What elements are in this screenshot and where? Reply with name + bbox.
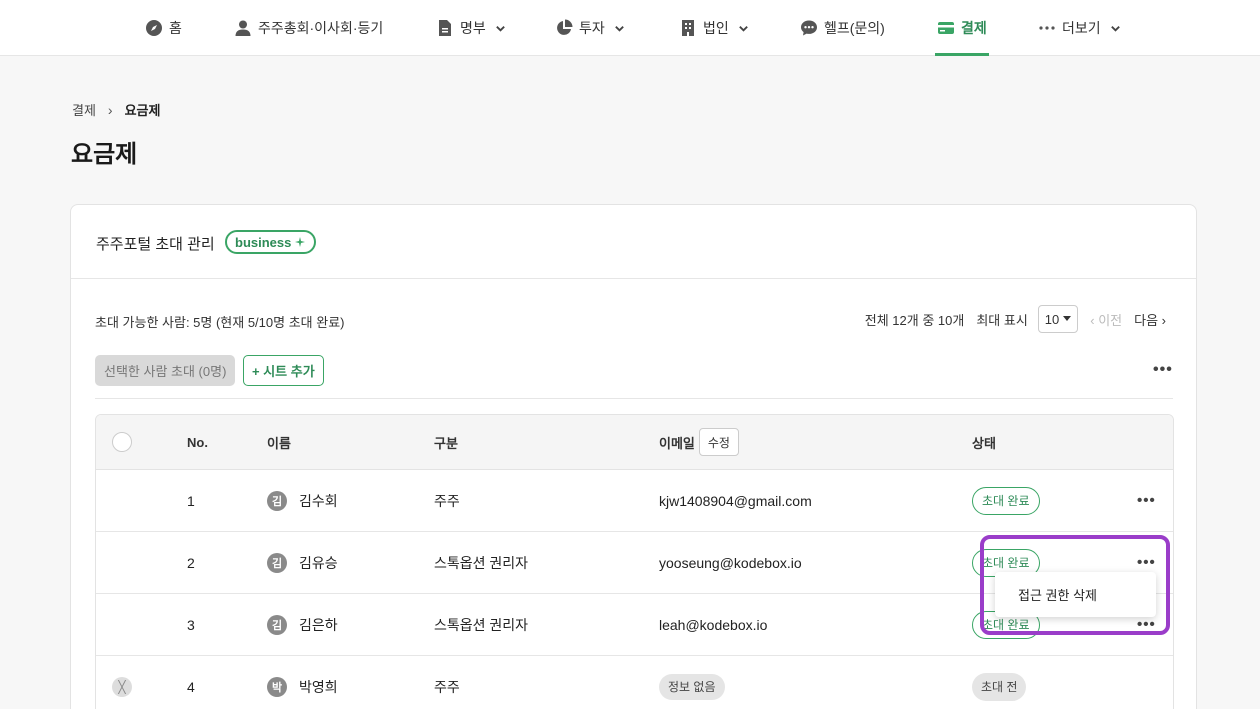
nav-item-home[interactable]: 홈 xyxy=(145,0,182,56)
chat-icon xyxy=(801,20,817,36)
nav-item-help[interactable]: 헬프(문의) xyxy=(800,0,885,56)
avatar: 김 xyxy=(267,614,287,635)
row-name: 박 박영희 xyxy=(267,656,338,709)
member-name: 김은하 xyxy=(299,616,338,633)
header-status: 상태 xyxy=(972,435,996,451)
compass-icon xyxy=(146,20,162,36)
row-no: 2 xyxy=(187,554,195,571)
nav-label: 주주총회·이사회·등기 xyxy=(258,20,384,36)
row-type: 스톡옵션 권리자 xyxy=(434,616,529,633)
avatar: 김 xyxy=(267,490,287,511)
row-name: 김 김유승 xyxy=(267,532,338,593)
row-no: 4 xyxy=(187,678,195,695)
chevron-down-icon xyxy=(614,25,624,32)
header-no: No. xyxy=(187,434,208,450)
prev-page-button[interactable]: ‹ 이전 xyxy=(1090,310,1122,329)
person-icon xyxy=(235,20,251,36)
nav-item-payment[interactable]: 결제 xyxy=(935,0,989,56)
row-type: 주주 xyxy=(434,678,460,695)
row-no: 1 xyxy=(187,492,195,509)
row-name: 김 김수회 xyxy=(267,470,338,531)
page-size-select[interactable]: 10 xyxy=(1037,305,1079,333)
page-title: 요금제 xyxy=(71,141,138,168)
avatar: 박 xyxy=(267,676,287,697)
table-row[interactable]: ╳ 4 박 박영희 주주 정보 없음 초대 전 xyxy=(96,656,1173,709)
chevron-down-icon xyxy=(738,25,748,32)
chevron-right-icon: › xyxy=(107,101,113,118)
add-sheet-button[interactable]: + 시트 추가 xyxy=(243,355,324,386)
caret-down-icon xyxy=(1063,316,1072,321)
breadcrumb-current: 요금제 xyxy=(124,103,161,118)
row-email: kjw1408904@gmail.com xyxy=(659,492,812,509)
email-missing-badge: 정보 없음 xyxy=(659,673,725,700)
nav-label: 홈 xyxy=(169,20,182,36)
nav-item-meeting[interactable]: 주주총회·이사회·등기 xyxy=(234,0,383,56)
pie-chart-icon xyxy=(557,19,573,35)
row-more-icon[interactable]: ••• xyxy=(1137,492,1156,509)
next-page-button[interactable]: 다음 › xyxy=(1134,310,1166,329)
building-icon xyxy=(682,20,694,36)
table-row[interactable]: 1 김 김수회 주주 kjw1408904@gmail.com 초대 완료 ••… xyxy=(96,470,1173,532)
row-name: 김 김은하 xyxy=(267,594,338,655)
pagination-summary: 전체 12개 중 10개 xyxy=(864,312,965,328)
nav-label: 투자 xyxy=(579,20,605,36)
page-size-label: 최대 표시 xyxy=(976,312,1028,328)
nav-label: 법인 xyxy=(703,20,729,36)
table-header: No. 이름 구분 이메일 수정 상태 xyxy=(96,415,1173,470)
plan-badge-label: business xyxy=(235,234,292,250)
nav-label: 명부 xyxy=(460,20,486,36)
nav-label: 헬프(문의) xyxy=(824,20,885,36)
member-name: 김유승 xyxy=(299,554,338,571)
breadcrumb-parent[interactable]: 결제 xyxy=(72,100,96,119)
row-email: yooseung@kodebox.io xyxy=(659,554,802,571)
member-name: 박영희 xyxy=(299,678,338,695)
more-options-icon[interactable]: ••• xyxy=(1153,361,1173,379)
nav-item-register[interactable]: 명부 xyxy=(436,0,506,56)
sparkle-icon xyxy=(295,237,306,247)
avatar: 김 xyxy=(267,552,287,573)
nav-item-more[interactable]: 더보기 xyxy=(1038,0,1121,56)
row-email: leah@kodebox.io xyxy=(659,616,768,633)
row-type: 스톡옵션 권리자 xyxy=(434,554,529,571)
document-icon xyxy=(439,20,451,36)
breadcrumb: 결제 › 요금제 xyxy=(72,100,160,119)
pagination: 전체 12개 중 10개 최대 표시 10 ‹ 이전 다음 › xyxy=(865,305,1166,333)
row-checkbox-disabled: ╳ xyxy=(112,676,132,697)
card-title: 주주포털 초대 관리 xyxy=(96,236,215,253)
nav-label: 더보기 xyxy=(1062,20,1101,36)
header-name: 이름 xyxy=(267,435,291,451)
card-icon xyxy=(938,22,954,34)
header-email-label: 이메일 xyxy=(659,435,695,451)
top-navigation: 홈 주주총회·이사회·등기 명부 투자 법인 헬프(문의) 결제 더보기 xyxy=(0,0,1260,56)
invite-capacity-text: 초대 가능한 사람: 5명 (현재 5/10명 초대 완료) xyxy=(95,315,345,330)
status-badge: 초대 완료 xyxy=(972,486,1040,515)
plan-badge: business xyxy=(225,230,317,254)
chevron-down-icon xyxy=(495,25,505,32)
nav-item-corporation[interactable]: 법인 xyxy=(679,0,749,56)
nav-label: 결제 xyxy=(961,20,987,36)
member-name: 김수회 xyxy=(299,492,338,509)
highlight-box xyxy=(980,535,1170,635)
edit-email-button[interactable]: 수정 xyxy=(698,428,739,456)
select-all-checkbox[interactable] xyxy=(112,432,132,452)
divider xyxy=(95,398,1173,399)
row-type: 주주 xyxy=(434,492,460,509)
row-no: 3 xyxy=(187,616,195,633)
page-size-value: 10 xyxy=(1044,311,1060,327)
nav-item-investment[interactable]: 투자 xyxy=(555,0,625,56)
more-dots-icon xyxy=(1039,26,1055,30)
card-header: 주주포털 초대 관리 business xyxy=(71,205,1196,279)
header-email: 이메일 수정 xyxy=(659,415,739,469)
header-type: 구분 xyxy=(434,435,458,451)
status-badge: 초대 전 xyxy=(972,672,1027,701)
chevron-down-icon xyxy=(1110,25,1120,32)
invite-selected-button[interactable]: 선택한 사람 초대 (0명) xyxy=(95,355,236,386)
